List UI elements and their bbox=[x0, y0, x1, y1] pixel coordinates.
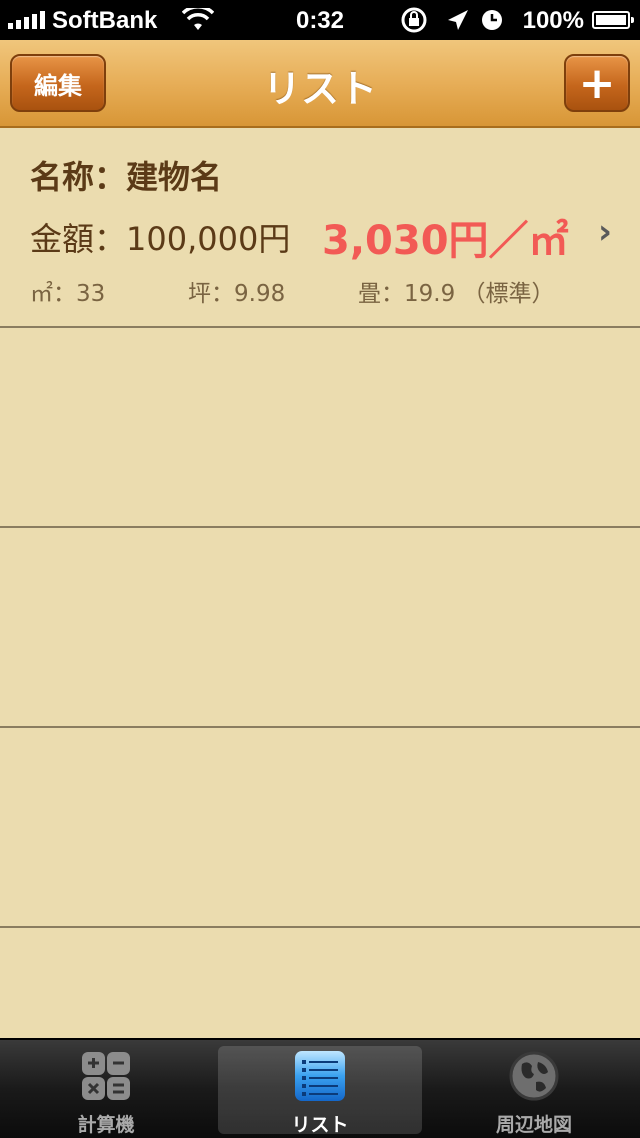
status-icons bbox=[401, 7, 502, 33]
battery-percentage: 100% bbox=[522, 7, 584, 34]
status-bar: SoftBank 0:32 100% bbox=[0, 0, 640, 40]
item-amount: 金額：100,000円 bbox=[30, 220, 291, 258]
empty-row bbox=[0, 528, 640, 728]
item-square-meters: ㎡：33 bbox=[30, 281, 106, 307]
location-arrow-icon bbox=[448, 10, 468, 30]
globe-icon bbox=[509, 1051, 559, 1101]
tab-label: 計算機 bbox=[77, 1114, 135, 1136]
tab-bar: 計算機 リスト 周辺地図 bbox=[0, 1038, 640, 1138]
property-list: 名称：建物名 金額：100,000円 3,030円／㎡ › ㎡：33 坪：9.9… bbox=[0, 128, 640, 928]
tab-list[interactable]: リスト bbox=[218, 1046, 422, 1136]
item-name: 名称：建物名 bbox=[30, 158, 223, 196]
alarm-clock-icon bbox=[482, 10, 502, 30]
tab-calculator[interactable]: 計算機 bbox=[4, 1046, 208, 1136]
navigation-bar: 編集 リスト + bbox=[0, 40, 640, 128]
item-unit-price: 3,030円／㎡ bbox=[322, 218, 569, 264]
empty-row bbox=[0, 328, 640, 528]
list-icon bbox=[295, 1051, 345, 1101]
tab-label: リスト bbox=[291, 1114, 349, 1136]
chevron-right-icon: › bbox=[598, 212, 613, 252]
add-button[interactable]: + bbox=[564, 54, 630, 112]
list-item[interactable]: 名称：建物名 金額：100,000円 3,030円／㎡ › ㎡：33 坪：9.9… bbox=[0, 128, 640, 328]
battery-icon bbox=[592, 11, 634, 29]
page-title: リスト bbox=[262, 67, 377, 111]
rotation-lock-icon bbox=[401, 7, 427, 33]
item-tsubo: 坪：9.98 bbox=[188, 281, 286, 307]
calculator-icon bbox=[82, 1052, 130, 1100]
item-tatami: 畳：19.9 （標準） bbox=[358, 281, 555, 307]
tab-label: 周辺地図 bbox=[495, 1114, 572, 1136]
empty-row bbox=[0, 728, 640, 928]
tab-map[interactable]: 周辺地図 bbox=[432, 1046, 636, 1136]
